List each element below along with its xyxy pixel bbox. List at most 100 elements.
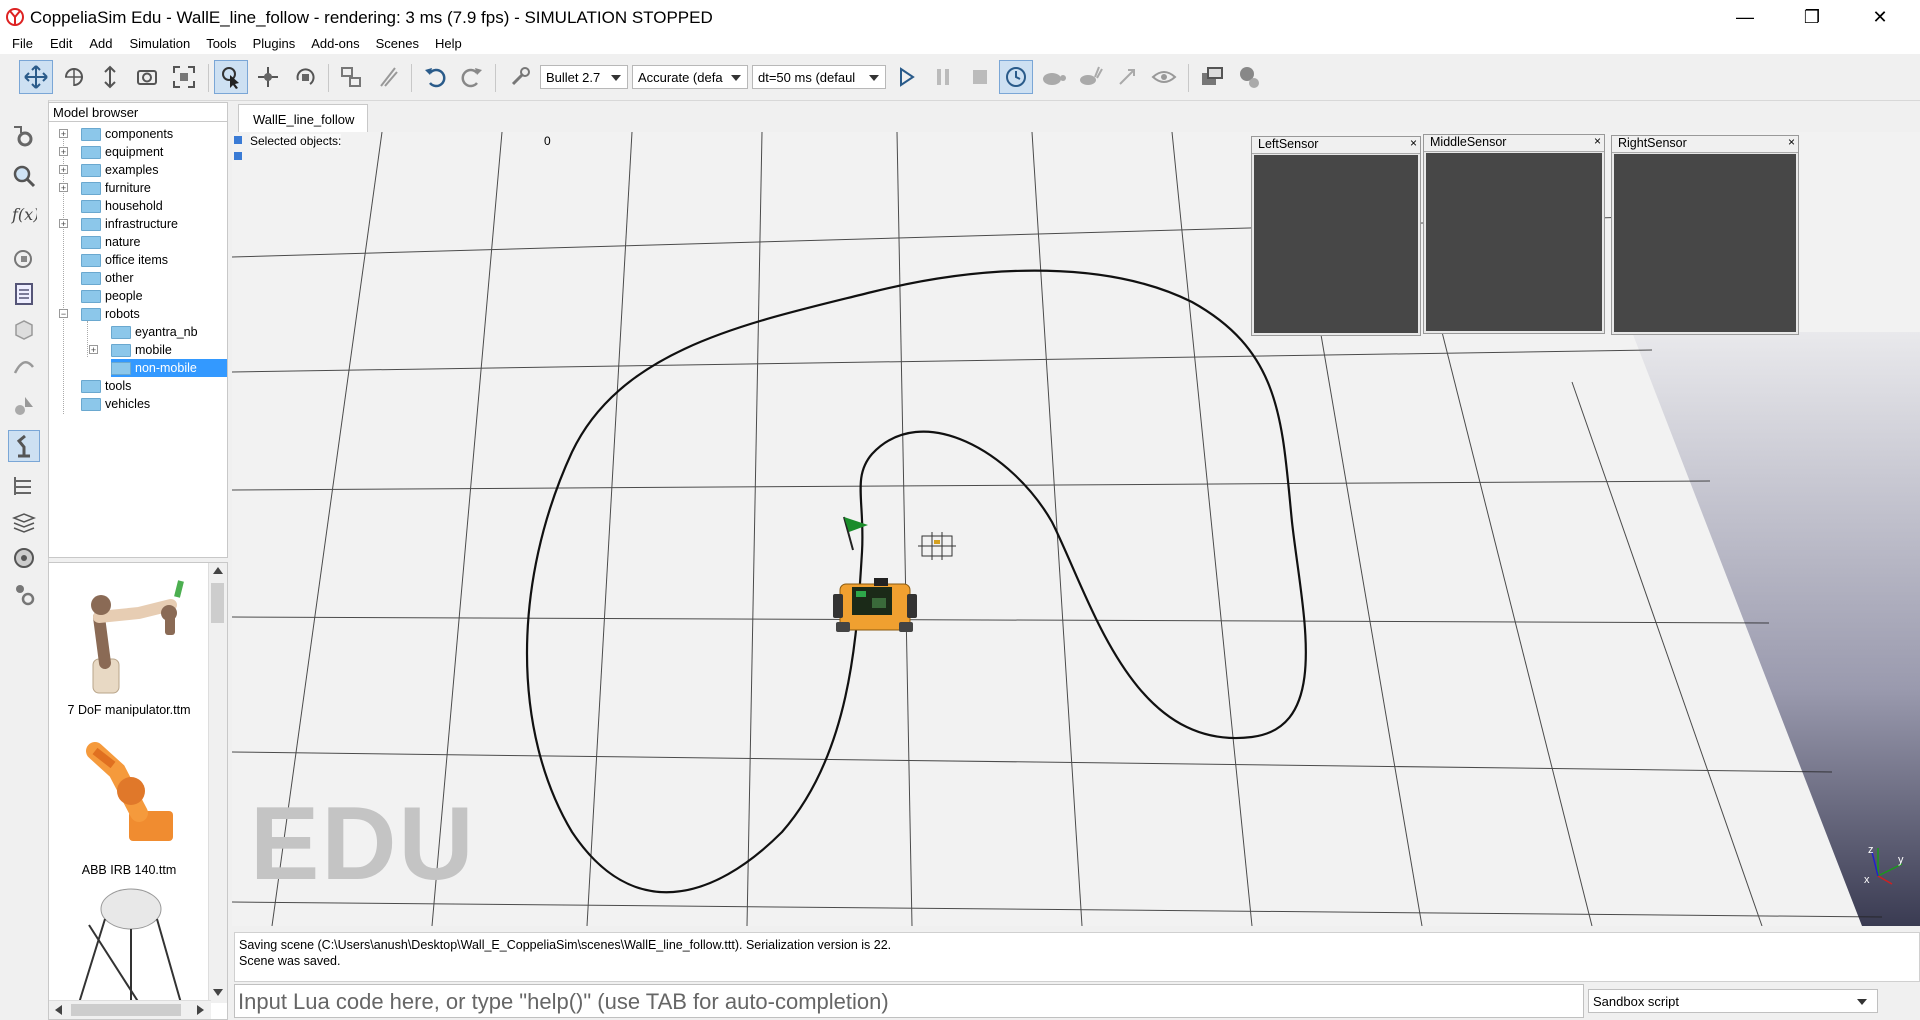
expand-icon[interactable]: + bbox=[59, 147, 68, 157]
redo-button[interactable] bbox=[455, 60, 489, 94]
shape-edit-button[interactable] bbox=[8, 242, 40, 274]
camera-rotate-button[interactable] bbox=[57, 60, 91, 94]
scene-object-properties-button[interactable] bbox=[8, 120, 40, 152]
tree-item-other[interactable]: other bbox=[81, 269, 134, 287]
expand-icon[interactable]: + bbox=[59, 183, 68, 193]
physics-engine-select[interactable]: Bullet 2.7 bbox=[540, 65, 628, 89]
path-edit-button[interactable] bbox=[8, 350, 40, 382]
fit-to-view-button[interactable] bbox=[167, 60, 201, 94]
video-recorder-button[interactable] bbox=[8, 542, 40, 574]
camera-shift-button[interactable] bbox=[93, 60, 127, 94]
tree-item-equipment[interactable]: equipment bbox=[81, 143, 163, 161]
transfer-dna-button[interactable] bbox=[371, 60, 405, 94]
layers-button[interactable] bbox=[8, 506, 40, 538]
menu-edit[interactable]: Edit bbox=[50, 34, 72, 54]
menu-tools[interactable]: Tools bbox=[206, 34, 236, 54]
abb-irb-140-thumbnail[interactable] bbox=[69, 729, 199, 849]
engine-settings-button[interactable] bbox=[503, 60, 537, 94]
tree-item-vehicles[interactable]: vehicles bbox=[81, 395, 150, 413]
tree-item-eyantra-nb[interactable]: eyantra_nb bbox=[111, 323, 198, 341]
tree-item-office-items[interactable]: office items bbox=[81, 251, 168, 269]
right-sensor-view[interactable]: RightSensor × bbox=[1611, 135, 1799, 335]
menu-file[interactable]: File bbox=[12, 34, 33, 54]
timestep-select[interactable]: dt=50 ms (defaul bbox=[752, 65, 886, 89]
model-browser-toggle-button[interactable] bbox=[8, 430, 40, 462]
lua-command-input[interactable]: Input Lua code here, or type "help()" (u… bbox=[234, 984, 1584, 1018]
info-toggle-icon[interactable] bbox=[234, 136, 242, 144]
object-shift-button[interactable] bbox=[251, 60, 285, 94]
pause-simulation-button[interactable] bbox=[926, 60, 960, 94]
real-time-mode-button[interactable] bbox=[999, 60, 1033, 94]
expand-icon[interactable]: + bbox=[89, 345, 98, 355]
close-button[interactable]: ✕ bbox=[1850, 0, 1910, 34]
script-target-select[interactable]: Sandbox script bbox=[1588, 989, 1878, 1013]
threaded-rendering-button[interactable] bbox=[1110, 60, 1144, 94]
cube-edit-button[interactable] bbox=[8, 314, 40, 346]
start-simulation-button[interactable] bbox=[889, 60, 923, 94]
click-select-button[interactable] bbox=[214, 60, 248, 94]
left-sensor-view[interactable]: LeftSensor × bbox=[1251, 136, 1421, 336]
menu-scenes[interactable]: Scenes bbox=[376, 34, 419, 54]
scene-viewport[interactable]: z y x Selected objects: 0 EDU LeftSensor… bbox=[232, 132, 1920, 926]
tree-item-examples[interactable]: examples bbox=[81, 161, 159, 179]
collapse-icon[interactable]: − bbox=[59, 309, 68, 319]
object-rotate-button[interactable] bbox=[288, 60, 322, 94]
tree-item-components[interactable]: components bbox=[81, 125, 173, 143]
close-icon[interactable]: × bbox=[1594, 134, 1601, 148]
collection-button[interactable] bbox=[8, 278, 40, 310]
horizontal-scroll-thumb[interactable] bbox=[71, 1004, 181, 1016]
user-settings-gear-button[interactable] bbox=[8, 578, 40, 610]
delta-robot-thumbnail[interactable] bbox=[69, 885, 199, 1003]
expand-icon[interactable]: + bbox=[59, 165, 68, 175]
script-button[interactable]: f(x) bbox=[8, 198, 40, 230]
manipulator-thumbnail[interactable] bbox=[69, 569, 199, 699]
tree-item-mobile[interactable]: mobile bbox=[111, 341, 172, 359]
assemble-button[interactable] bbox=[334, 60, 368, 94]
thumbnail-horizontal-scrollbar[interactable] bbox=[49, 1000, 211, 1019]
clock-icon bbox=[1006, 67, 1026, 87]
primitive-shapes-button[interactable] bbox=[8, 390, 40, 422]
slow-down-button[interactable] bbox=[1036, 60, 1070, 94]
info-toggle-icon[interactable] bbox=[234, 152, 242, 160]
tab-walle-line-follow[interactable]: WallE_line_follow bbox=[238, 104, 368, 132]
close-icon[interactable]: × bbox=[1410, 136, 1417, 150]
minimize-button[interactable]: — bbox=[1715, 0, 1775, 34]
camera-pan-button[interactable] bbox=[19, 60, 53, 94]
user-settings-button[interactable] bbox=[1232, 60, 1266, 94]
undo-button[interactable] bbox=[418, 60, 452, 94]
tree-item-people[interactable]: people bbox=[81, 287, 143, 305]
tree-item-nature[interactable]: nature bbox=[81, 233, 140, 251]
folder-icon bbox=[81, 145, 101, 159]
visualization-toggle-button[interactable] bbox=[1147, 60, 1181, 94]
menu-plugins[interactable]: Plugins bbox=[253, 34, 296, 54]
scroll-left-icon[interactable] bbox=[55, 1005, 62, 1015]
camera-angle-button[interactable] bbox=[130, 60, 164, 94]
scroll-right-icon[interactable] bbox=[197, 1005, 204, 1015]
stop-simulation-button[interactable] bbox=[963, 60, 997, 94]
expand-icon[interactable]: + bbox=[59, 219, 68, 229]
calculation-module-button[interactable] bbox=[8, 160, 40, 192]
menu-help[interactable]: Help bbox=[435, 34, 462, 54]
scroll-up-icon[interactable] bbox=[213, 567, 223, 574]
tree-item-robots[interactable]: robots bbox=[81, 305, 140, 323]
function-icon: f(x) bbox=[11, 205, 37, 224]
close-icon[interactable]: × bbox=[1788, 135, 1795, 149]
tree-item-furniture[interactable]: furniture bbox=[81, 179, 151, 197]
tree-item-tools[interactable]: tools bbox=[81, 377, 131, 395]
speed-up-button[interactable] bbox=[1073, 60, 1107, 94]
scroll-thumb[interactable] bbox=[211, 583, 224, 623]
maximize-button[interactable]: ❐ bbox=[1782, 0, 1842, 34]
scroll-down-icon[interactable] bbox=[213, 989, 223, 996]
scene-hierarchy-toggle-button[interactable] bbox=[8, 470, 40, 502]
accuracy-select[interactable]: Accurate (defa bbox=[632, 65, 748, 89]
tree-item-non-mobile[interactable]: non-mobile bbox=[111, 359, 227, 377]
menu-add-ons[interactable]: Add-ons bbox=[311, 34, 359, 54]
tree-item-infrastructure[interactable]: infrastructure bbox=[81, 215, 178, 233]
menu-add[interactable]: Add bbox=[89, 34, 112, 54]
middle-sensor-view[interactable]: MiddleSensor × bbox=[1423, 134, 1605, 334]
expand-icon[interactable]: + bbox=[59, 129, 68, 139]
menu-simulation[interactable]: Simulation bbox=[130, 34, 191, 54]
thumbnail-scrollbar[interactable] bbox=[208, 563, 227, 1003]
scene-hierarchy-button[interactable] bbox=[1195, 60, 1229, 94]
tree-item-household[interactable]: household bbox=[81, 197, 163, 215]
